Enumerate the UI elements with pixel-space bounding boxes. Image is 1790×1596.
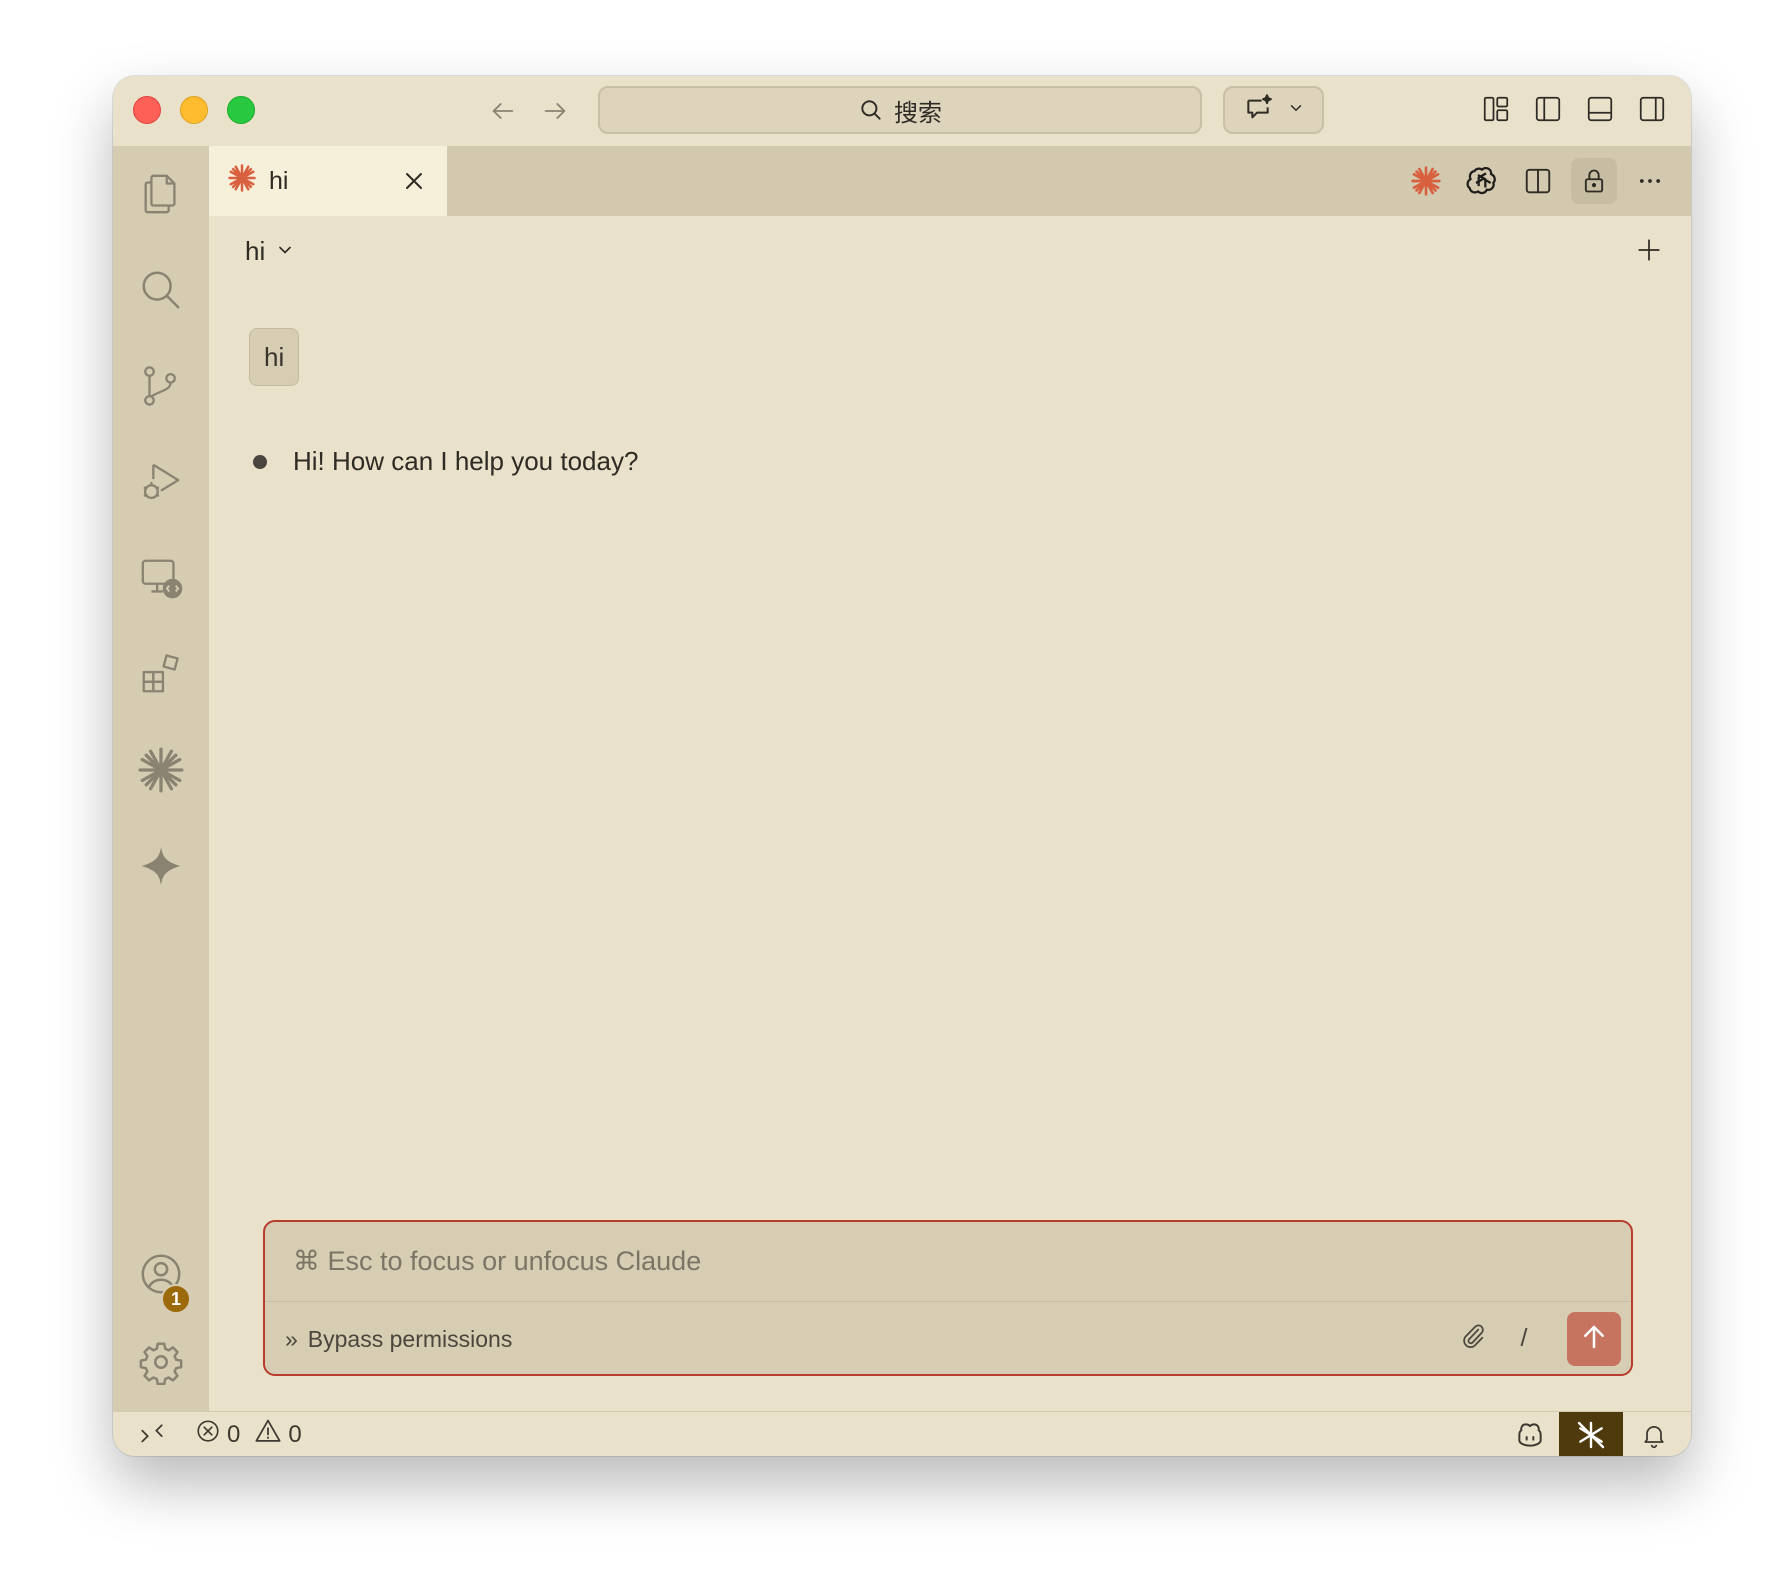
chat-input-placeholder: ⌘ Esc to focus or unfocus Claude — [293, 1246, 702, 1276]
source-control-icon[interactable] — [113, 346, 209, 426]
claude-status-icon[interactable] — [1559, 1412, 1623, 1456]
openai-icon[interactable] — [1459, 158, 1505, 204]
close-window-button[interactable] — [133, 96, 161, 124]
chevron-down-icon — [1287, 99, 1305, 122]
claude-icon[interactable] — [1403, 158, 1449, 204]
paperclip-icon — [1459, 1322, 1487, 1355]
remote-explorer-icon[interactable] — [113, 538, 209, 618]
search-placeholder: 搜索 — [894, 99, 942, 127]
extensions-icon[interactable] — [113, 634, 209, 714]
chat-sparkle-icon — [1243, 92, 1275, 129]
assistant-message-text: Hi! How can I help you today? — [293, 446, 639, 476]
vscode-window: 搜索 1 hi hi hi Hi! How can I help you tod… — [113, 76, 1691, 1456]
double-chevron-icon: » — [285, 1325, 298, 1352]
remote-indicator-icon[interactable] — [135, 1418, 169, 1452]
claude-chat-panel: hi hi Hi! How can I help you today? ⌘ Es… — [209, 216, 1691, 1411]
activity-bar: 1 — [113, 146, 209, 1411]
input-footer: » Bypass permissions / — [265, 1302, 1631, 1374]
plus-icon — [1636, 237, 1662, 268]
claude-icon — [227, 163, 257, 200]
back-arrow-icon[interactable] — [486, 94, 520, 128]
minimize-window-button[interactable] — [180, 96, 208, 124]
copilot-icon[interactable] — [1499, 1412, 1561, 1456]
send-button[interactable] — [1567, 1312, 1621, 1366]
toggle-panel-icon[interactable] — [1583, 92, 1617, 126]
more-icon[interactable] — [1627, 158, 1673, 204]
split-editor-icon[interactable] — [1515, 158, 1561, 204]
message-bullet — [253, 454, 267, 469]
chat-menu-button[interactable] — [1223, 86, 1324, 134]
conversation-selector[interactable]: hi — [245, 236, 295, 267]
command-center-search[interactable]: 搜索 — [598, 86, 1202, 134]
chat-input-box: ⌘ Esc to focus or unfocus Claude » Bypas… — [263, 1220, 1633, 1376]
forward-arrow-icon[interactable] — [538, 94, 572, 128]
slash-commands-button[interactable]: / — [1509, 1320, 1539, 1356]
editor-tab-bar: hi — [209, 146, 1691, 216]
search-icon — [858, 97, 884, 123]
sparkle-icon[interactable] — [113, 826, 209, 906]
new-conversation-button[interactable] — [1629, 232, 1669, 272]
arrow-up-icon — [1579, 1322, 1609, 1357]
error-icon — [195, 1418, 221, 1451]
editor-actions — [1403, 158, 1673, 204]
run-debug-icon[interactable] — [113, 442, 209, 522]
conversation-title: hi — [245, 236, 266, 266]
accounts-button[interactable]: 1 — [113, 1236, 209, 1316]
permission-mode-label: Bypass permissions — [307, 1325, 513, 1352]
problems-indicator[interactable]: 0 0 — [195, 1412, 302, 1456]
customize-layout-icon[interactable] — [1479, 92, 1513, 126]
layout-controls — [1479, 92, 1669, 126]
status-bar: 0 0 — [113, 1411, 1691, 1456]
tab-hi[interactable]: hi — [209, 146, 447, 216]
zoom-window-button[interactable] — [227, 96, 255, 124]
title-bar: 搜索 — [113, 76, 1691, 146]
user-message: hi — [249, 328, 300, 386]
warning-count: 0 — [288, 1420, 302, 1448]
settings-icon[interactable] — [113, 1322, 209, 1402]
accounts-badge: 1 — [161, 1284, 191, 1314]
chat-input[interactable]: ⌘ Esc to focus or unfocus Claude — [265, 1222, 1631, 1302]
attach-button[interactable] — [1455, 1320, 1491, 1356]
assistant-message: Hi! How can I help you today? — [253, 446, 638, 477]
toggle-primary-sidebar-icon[interactable] — [1531, 92, 1565, 126]
toggle-secondary-sidebar-icon[interactable] — [1635, 92, 1669, 126]
search-icon[interactable] — [113, 250, 209, 330]
claude-icon[interactable] — [113, 730, 209, 810]
tab-label: hi — [269, 166, 289, 195]
permission-mode-button[interactable]: » Bypass permissions — [285, 1302, 513, 1374]
explorer-icon[interactable] — [113, 154, 209, 234]
close-icon[interactable] — [397, 164, 431, 198]
notifications-bell-icon[interactable] — [1623, 1412, 1685, 1456]
lock-icon[interactable] — [1571, 158, 1617, 204]
error-count: 0 — [227, 1420, 241, 1448]
chevron-down-icon — [275, 236, 295, 267]
warning-icon — [254, 1417, 282, 1452]
